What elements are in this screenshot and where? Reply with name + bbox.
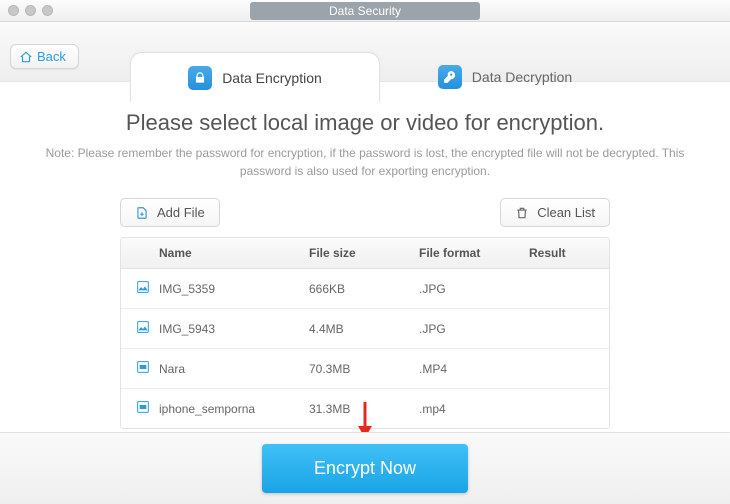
home-icon (19, 50, 33, 64)
cell-format: .mp4 (419, 402, 529, 416)
table-row[interactable]: Nara 70.3MB .MP4 (121, 349, 609, 389)
image-file-icon (135, 319, 159, 338)
add-file-button[interactable]: Add File (120, 198, 220, 227)
tab-encryption-label: Data Encryption (222, 70, 322, 86)
cell-format: .MP4 (419, 362, 529, 376)
back-button[interactable]: Back (10, 44, 79, 69)
note-text: Note: Please remember the password for e… (35, 144, 695, 180)
clean-list-label: Clean List (537, 205, 595, 220)
col-size: File size (309, 246, 419, 260)
encrypt-now-button[interactable]: Encrypt Now (262, 444, 468, 493)
col-format: File format (419, 246, 529, 260)
minimize-icon[interactable] (25, 5, 36, 16)
video-file-icon (135, 359, 159, 378)
cell-name: iphone_semporna (159, 402, 309, 416)
cell-size: 4.4MB (309, 322, 419, 336)
col-name: Name (159, 246, 309, 260)
cell-size: 666KB (309, 282, 419, 296)
maximize-icon[interactable] (42, 5, 53, 16)
tab-decryption[interactable]: Data Decryption (380, 52, 630, 102)
action-row: Add File Clean List (104, 198, 626, 237)
cell-size: 70.3MB (309, 362, 419, 376)
title-bar: Data Security (0, 0, 730, 22)
col-result: Result (529, 246, 595, 260)
table-row[interactable]: IMG_5359 666KB .JPG (121, 269, 609, 309)
window-title: Data Security (250, 2, 480, 20)
cell-name: IMG_5943 (159, 322, 309, 336)
cell-name: Nara (159, 362, 309, 376)
table-row[interactable]: IMG_5943 4.4MB .JPG (121, 309, 609, 349)
cell-name: IMG_5359 (159, 282, 309, 296)
lock-icon (188, 66, 212, 90)
content: Please select local image or video for e… (0, 82, 730, 432)
table-header: Name File size File format Result (121, 238, 609, 269)
header: Back Data Encryption Data Decryption (0, 22, 730, 82)
cell-format: .JPG (419, 322, 529, 336)
tabs: Data Encryption Data Decryption (130, 44, 630, 102)
close-icon[interactable] (8, 5, 19, 16)
back-label: Back (37, 49, 66, 64)
image-file-icon (135, 279, 159, 298)
footer: Encrypt Now (0, 432, 730, 504)
add-file-icon (135, 206, 149, 220)
tab-encryption[interactable]: Data Encryption (130, 52, 380, 102)
trash-icon (515, 206, 529, 220)
window-controls[interactable] (8, 5, 53, 16)
page-title: Please select local image or video for e… (34, 110, 696, 136)
video-file-icon (135, 399, 159, 418)
clean-list-button[interactable]: Clean List (500, 198, 610, 227)
add-file-label: Add File (157, 205, 205, 220)
cell-format: .JPG (419, 282, 529, 296)
tab-decryption-label: Data Decryption (472, 69, 572, 85)
key-icon (438, 65, 462, 89)
